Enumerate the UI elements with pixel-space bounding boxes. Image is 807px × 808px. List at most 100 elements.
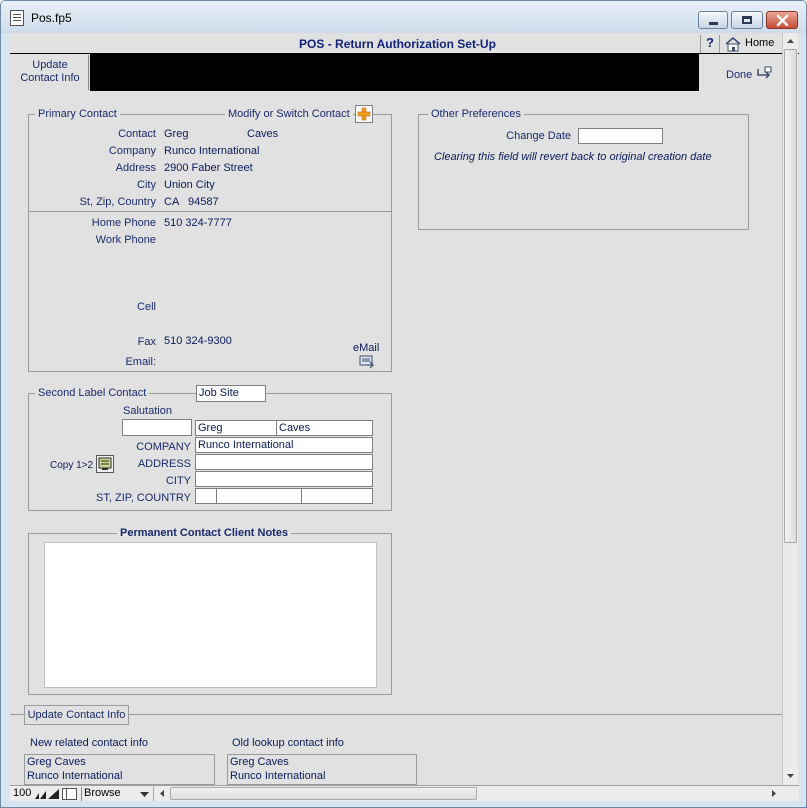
second-country-field[interactable] <box>301 488 373 504</box>
update-label-line2: Contact Info <box>20 72 80 84</box>
contact-first-value: Greg <box>164 128 189 140</box>
primary-contact-legend: Primary Contact <box>35 108 120 120</box>
copy-icon <box>98 457 112 470</box>
second-label-contact-legend: Second Label Contact <box>35 387 150 399</box>
return-arrow-icon <box>757 66 772 79</box>
update-contact-info-tab-label: Update Contact Info <box>27 709 126 721</box>
primary-divider <box>28 211 392 212</box>
second-first-name-field[interactable]: Greg <box>195 420 277 436</box>
second-address-field[interactable] <box>195 454 373 470</box>
new-related-line-1: Greg Caves <box>27 756 86 768</box>
arrow-right-icon <box>772 790 776 797</box>
update-contact-info-button[interactable]: Update Contact Info <box>12 55 89 90</box>
change-date-field[interactable] <box>578 128 663 144</box>
client-notes-textarea[interactable] <box>44 542 377 688</box>
new-related-line-2: Runco International <box>27 770 123 782</box>
old-lookup-contact-box: Greg Caves Runco International <box>227 754 417 785</box>
update-label-line1: Update <box>32 59 68 71</box>
scroll-left-button[interactable] <box>153 786 169 801</box>
minimize-button[interactable] <box>698 11 728 29</box>
city-label: City <box>137 179 156 191</box>
salutation-field[interactable] <box>122 419 192 436</box>
contact-label: Contact <box>118 128 156 140</box>
update-contact-info-tab-button[interactable]: Update Contact Info <box>24 705 129 725</box>
done-label: Done <box>726 69 753 81</box>
st-zip-country-label: St, Zip, Country <box>79 196 156 208</box>
address-label: Address <box>115 162 156 174</box>
home-label: Home <box>745 37 775 49</box>
second-state-field[interactable] <box>195 488 217 504</box>
vertical-scrollbar[interactable] <box>782 33 798 785</box>
change-date-label: Change Date <box>506 130 571 142</box>
second-zip-field[interactable] <box>216 488 302 504</box>
second-company-label: COMPANY <box>136 441 191 453</box>
email-button-label[interactable]: eMail <box>353 342 379 354</box>
email-icon <box>359 355 375 369</box>
home-phone-value: 510 324-7777 <box>164 217 232 229</box>
horizontal-scroll-thumb[interactable] <box>170 787 477 800</box>
contact-last-value: Caves <box>247 128 279 140</box>
mode-dropdown-icon <box>140 792 149 797</box>
modify-switch-contact-label: Modify or Switch Contact <box>225 108 353 120</box>
second-st-zip-country-label: ST, ZIP, COUNTRY <box>96 492 191 504</box>
second-last-name-field[interactable]: Caves <box>276 420 373 436</box>
work-phone-label: Work Phone <box>95 234 156 246</box>
zoom-out-icon[interactable] <box>35 789 47 800</box>
zip-value: 94587 <box>188 196 219 208</box>
application-window: Pos.fp5 POS - Return Authorization Set-U… <box>0 0 807 808</box>
home-phone-label: Home Phone <box>91 217 156 229</box>
toolbar-bar <box>90 54 699 91</box>
minimize-icon <box>709 22 718 25</box>
window-titlebar[interactable]: Pos.fp5 <box>1 1 806 33</box>
city-value: Union City <box>164 179 215 191</box>
modify-contact-button[interactable] <box>355 105 373 123</box>
status-area-toggle-icon[interactable] <box>62 788 77 800</box>
second-company-field[interactable]: Runco International <box>195 437 373 453</box>
second-city-field[interactable] <box>195 471 373 487</box>
scroll-up-button[interactable] <box>783 33 798 49</box>
window-title: Pos.fp5 <box>31 11 72 25</box>
mode-select[interactable]: Browse <box>81 787 151 801</box>
maximize-button[interactable] <box>731 11 763 29</box>
address-value: 2900 Faber Street <box>164 162 253 174</box>
scroll-thumb[interactable] <box>784 49 797 543</box>
scroll-down-button[interactable] <box>783 768 798 784</box>
second-city-label: CITY <box>165 475 191 487</box>
email-label: Email: <box>125 356 156 368</box>
job-site-field[interactable]: Job Site <box>196 385 266 402</box>
close-button[interactable] <box>766 11 798 29</box>
old-lookup-line-1: Greg Caves <box>230 756 289 768</box>
new-related-contact-label: New related contact info <box>30 737 149 749</box>
close-icon <box>776 14 789 27</box>
zoom-level[interactable]: 100 <box>13 787 31 799</box>
copy-1-2-button[interactable] <box>96 455 114 473</box>
company-value: Runco International <box>164 145 260 157</box>
document-icon <box>10 10 24 26</box>
state-value: CA <box>164 196 180 208</box>
home-button[interactable]: Home <box>722 35 786 53</box>
zoom-in-icon[interactable] <box>48 789 60 800</box>
status-bar: 100 Browse <box>10 785 799 801</box>
arrow-down-icon <box>787 774 794 778</box>
change-date-note: Clearing this field will revert back to … <box>434 151 712 163</box>
scroll-right-button[interactable] <box>766 786 782 801</box>
layout-area: POS - Return Authorization Set-Up ? Home… <box>10 33 799 801</box>
plus-icon <box>357 107 371 121</box>
help-button[interactable]: ? <box>700 35 720 53</box>
old-lookup-contact-label: Old lookup contact info <box>232 737 344 749</box>
fax-value: 510 324-9300 <box>164 335 232 347</box>
arrow-up-icon <box>787 39 794 43</box>
old-lookup-line-2: Runco International <box>230 770 326 782</box>
other-preferences-legend: Other Preferences <box>428 108 524 120</box>
help-icon: ? <box>706 35 714 50</box>
layout-header: POS - Return Authorization Set-Up ? Home <box>10 33 799 54</box>
fax-label: Fax <box>137 336 156 348</box>
maximize-icon <box>742 16 752 24</box>
company-label: Company <box>108 145 156 157</box>
salutation-label: Salutation <box>123 405 172 417</box>
email-button[interactable] <box>359 355 375 369</box>
new-related-contact-box: Greg Caves Runco International <box>24 754 215 785</box>
arrow-left-icon <box>160 790 164 797</box>
cell-label: Cell <box>137 301 156 313</box>
client-notes-legend: Permanent Contact Client Notes <box>117 527 292 539</box>
